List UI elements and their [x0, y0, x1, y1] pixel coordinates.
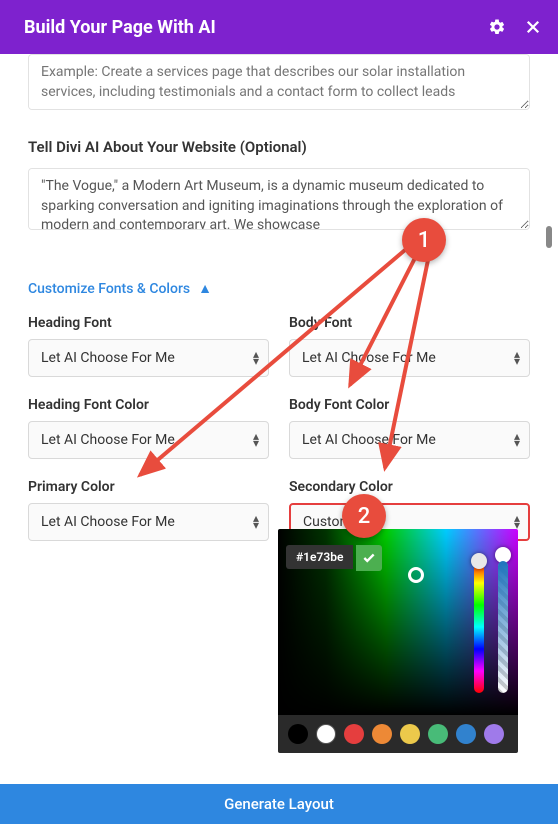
color-swatch[interactable] — [484, 724, 504, 744]
about-scrollbar[interactable] — [546, 226, 552, 248]
modal-title: Build Your Page With AI — [24, 17, 216, 38]
color-swatch[interactable] — [344, 724, 364, 744]
body-font-select[interactable]: Let AI Choose For Me — [289, 339, 530, 377]
body-font-color-label: Body Font Color — [289, 397, 530, 413]
gear-icon[interactable] — [488, 18, 506, 36]
color-hex-input[interactable]: #1e73be — [286, 545, 353, 569]
color-swatch[interactable] — [428, 724, 448, 744]
prompt-textarea-wrap — [28, 54, 530, 114]
prompt-textarea[interactable] — [28, 54, 530, 110]
heading-font-select[interactable]: Let AI Choose For Me — [28, 339, 269, 377]
body-font-label: Body Font — [289, 315, 530, 331]
primary-color-label: Primary Color — [28, 479, 269, 495]
annotation-badge-1: 1 — [402, 218, 446, 262]
font-color-grid: Heading Font Let AI Choose For Me ▴▾ Bod… — [28, 309, 530, 541]
alpha-slider[interactable] — [498, 561, 508, 693]
annotation-badge-2: 2 — [342, 494, 386, 538]
primary-color-select[interactable]: Let AI Choose For Me — [28, 503, 269, 541]
hue-slider[interactable] — [474, 561, 484, 693]
color-swatch[interactable] — [372, 724, 392, 744]
color-swatch[interactable] — [316, 724, 336, 744]
color-picker-cursor[interactable] — [408, 567, 424, 583]
color-swatch[interactable] — [288, 724, 308, 744]
color-confirm-button[interactable] — [356, 545, 382, 571]
chevron-up-icon: ▲ — [198, 280, 212, 297]
color-picker-canvas[interactable]: #1e73be — [278, 529, 518, 715]
close-icon[interactable] — [524, 18, 542, 36]
modal-header: Build Your Page With AI — [0, 0, 558, 54]
color-swatch[interactable] — [400, 724, 420, 744]
secondary-color-label: Secondary Color — [289, 479, 530, 495]
heading-font-label: Heading Font — [28, 315, 269, 331]
customize-toggle-label: Customize Fonts & Colors — [28, 281, 190, 297]
color-picker-panel: #1e73be — [278, 529, 518, 753]
header-actions — [488, 18, 542, 36]
generate-layout-button[interactable]: Generate Layout — [0, 784, 558, 824]
color-swatch-row — [278, 715, 518, 753]
color-swatch[interactable] — [456, 724, 476, 744]
about-section-label: Tell Divi AI About Your Website (Optiona… — [28, 138, 530, 156]
heading-font-color-label: Heading Font Color — [28, 397, 269, 413]
customize-toggle[interactable]: Customize Fonts & Colors ▲ — [28, 280, 530, 297]
heading-font-color-select[interactable]: Let AI Choose For Me — [28, 421, 269, 459]
about-textarea[interactable]: "The Vogue," a Modern Art Museum, is a d… — [28, 168, 530, 230]
body-font-color-select[interactable]: Let AI Choose For Me — [289, 421, 530, 459]
